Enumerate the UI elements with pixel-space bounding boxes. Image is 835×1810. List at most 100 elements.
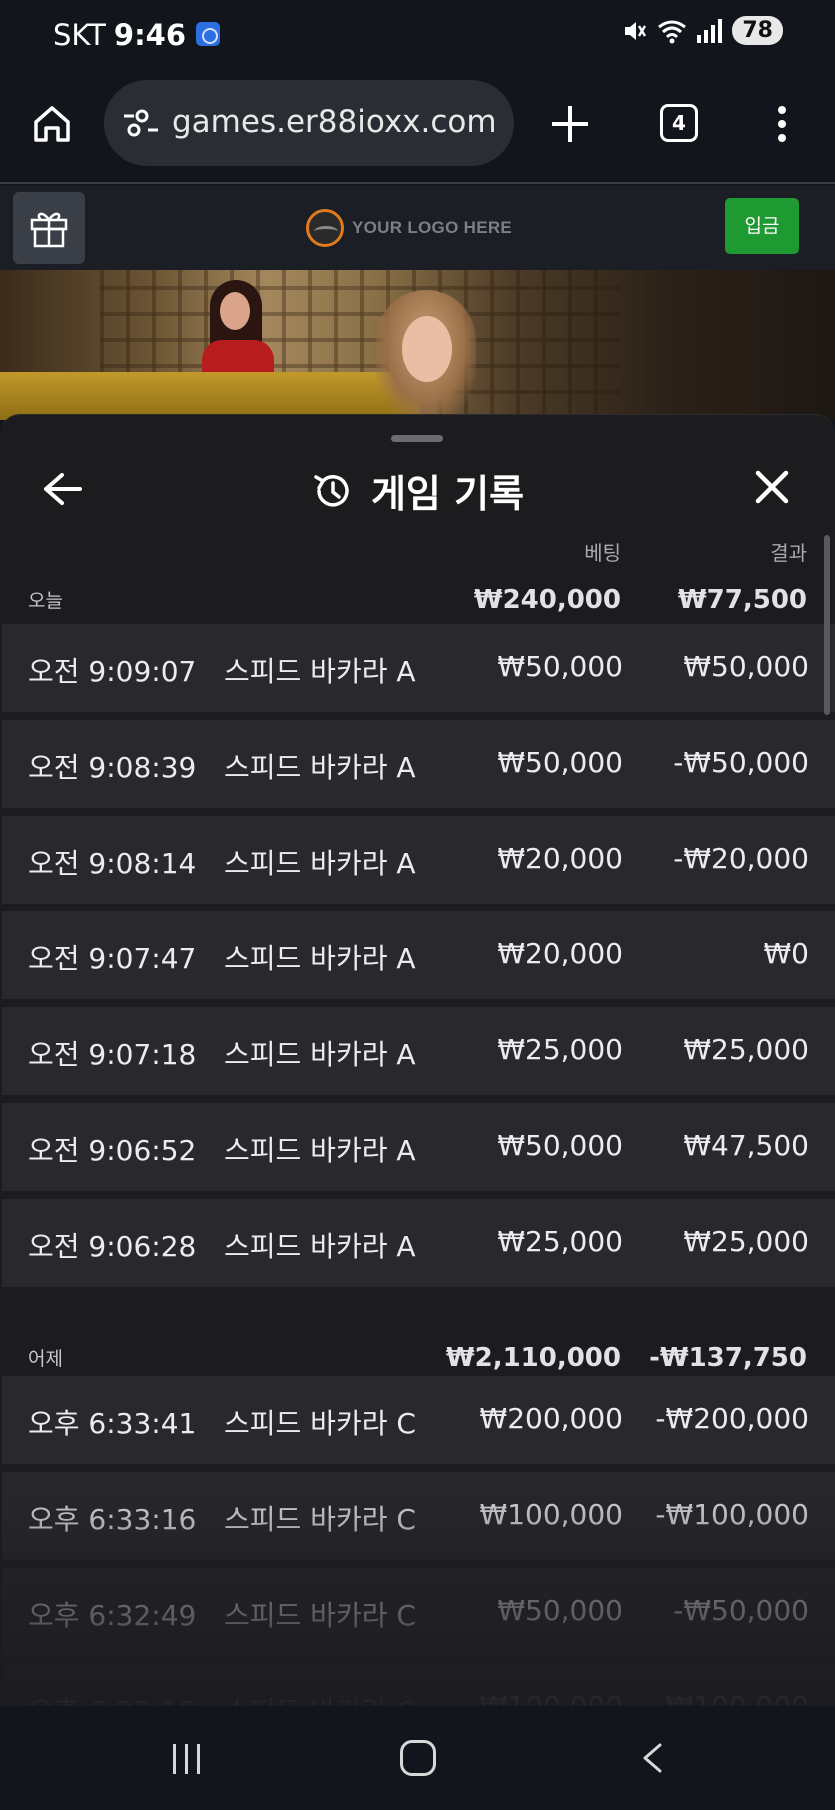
- group-total-result: ₩77,500: [677, 585, 807, 615]
- game-table: [0, 372, 420, 420]
- row-time: 오후 6:32:19: [28, 1690, 196, 1706]
- mute-icon: [625, 21, 647, 40]
- row-time: 오후 6:32:49: [28, 1599, 197, 1632]
- row-time: 오전 9:06:28: [28, 1230, 197, 1263]
- logo-text: YOUR LOGO HERE: [352, 218, 513, 237]
- row-bet: ₩20,000: [497, 842, 623, 875]
- signal-icon: [697, 18, 723, 43]
- row-bet: ₩20,000: [497, 937, 623, 970]
- row-bet: ₩100,000: [480, 1690, 623, 1706]
- row-bet: ₩100,000: [479, 1498, 623, 1531]
- row-bet: ₩200,000: [479, 1402, 623, 1435]
- row-time: 오후 6:33:41: [28, 1407, 197, 1440]
- history-row[interactable]: 오후 6:33:16 스피드 바카라 C ₩100,000 -₩100,000: [2, 1472, 835, 1560]
- history-row[interactable]: 오후 6:33:41 스피드 바카라 C ₩200,000 -₩200,000: [2, 1376, 835, 1464]
- column-headers: 베팅 결과: [0, 537, 835, 567]
- close-icon[interactable]: [752, 467, 792, 507]
- row-game: 스피드 바카라 A: [224, 1134, 416, 1167]
- wifi-icon: [658, 20, 687, 43]
- game-history-sheet: 게임 기록 베팅 결과 오늘 ₩240,000 ₩77,500 오전 9:09:…: [0, 414, 835, 1706]
- row-bet: ₩50,000: [497, 746, 623, 779]
- site-logo[interactable]: YOUR LOGO HERE: [306, 208, 512, 248]
- row-game: 스피드 바카라 A: [224, 1038, 416, 1071]
- row-time: 오전 9:07:47: [28, 942, 197, 975]
- history-row[interactable]: 오후 6:32:49 스피드 바카라 C ₩50,000 -₩50,000: [2, 1568, 835, 1656]
- row-result: -₩50,000: [673, 1594, 809, 1627]
- row-game: 스피드 바카라 A: [224, 1230, 416, 1263]
- column-header-bet: 베팅: [584, 541, 621, 565]
- row-time: 오전 9:06:52: [28, 1134, 197, 1167]
- history-row[interactable]: 오전 9:08:14 스피드 바카라 A ₩20,000 -₩20,000: [2, 816, 835, 904]
- row-result: ₩25,000: [683, 1225, 809, 1258]
- history-row[interactable]: 오전 9:06:52 스피드 바카라 A ₩50,000 ₩47,500: [2, 1103, 835, 1191]
- history-icon: [314, 474, 349, 507]
- row-game: 스피드 바카라 A: [224, 655, 416, 688]
- group-total-bet: ₩2,110,000: [445, 1343, 621, 1373]
- row-result: ₩0: [763, 937, 810, 970]
- nav-back-icon[interactable]: [640, 1742, 664, 1774]
- group-total-bet: ₩240,000: [473, 585, 621, 615]
- row-result: ₩47,500: [683, 1129, 809, 1162]
- system-nav-bar: [0, 1706, 835, 1810]
- row-result: ₩50,000: [683, 650, 809, 683]
- url-text[interactable]: games.er88ioxx.com: [172, 104, 497, 140]
- row-game: 스피드 바카라 C: [224, 1407, 416, 1440]
- recent-apps-icon[interactable]: [168, 1744, 204, 1774]
- row-game: 스피드 바카라 C: [224, 1503, 416, 1536]
- status-carrier: SKT 9:46: [53, 18, 186, 52]
- dealer-figure-front: [376, 290, 476, 420]
- address-bar[interactable]: games.er88ioxx.com: [104, 80, 514, 166]
- row-result: ₩25,000: [683, 1033, 809, 1066]
- drag-handle[interactable]: [391, 435, 443, 442]
- browser-toolbar: games.er88ioxx.com 4: [0, 72, 835, 184]
- sheet-header: 게임 기록: [0, 463, 835, 518]
- row-result: -₩200,000: [655, 1402, 809, 1435]
- deposit-button[interactable]: 입금: [725, 198, 799, 254]
- history-row[interactable]: 오전 9:07:18 스피드 바카라 A ₩25,000 ₩25,000: [2, 1007, 835, 1095]
- sheet-title: 게임 기록: [370, 472, 525, 516]
- scrollbar[interactable]: [824, 535, 830, 715]
- row-game: 스피드 바카라 A: [224, 942, 416, 975]
- carrier-label: SKT: [53, 18, 106, 52]
- app-notification-icon: [196, 22, 220, 46]
- history-row[interactable]: 오전 9:07:47 스피드 바카라 A ₩20,000 ₩0: [2, 911, 835, 999]
- row-game: 스피드 바카라 C: [224, 1690, 416, 1706]
- row-game: 스피드 바카라 A: [224, 751, 416, 784]
- row-bet: ₩25,000: [497, 1225, 623, 1258]
- row-result: -₩50,000: [673, 746, 809, 779]
- row-bet: ₩25,000: [497, 1033, 623, 1066]
- nav-home-icon[interactable]: [400, 1740, 436, 1776]
- gift-icon: [30, 212, 68, 248]
- gift-button[interactable]: [13, 192, 85, 264]
- status-icons: 78: [621, 16, 783, 45]
- group-label: 오늘: [28, 590, 63, 612]
- history-row[interactable]: 오전 9:06:28 스피드 바카라 A ₩25,000 ₩25,000: [2, 1199, 835, 1287]
- row-time: 오전 9:08:39: [28, 751, 197, 784]
- row-time: 오후 6:33:16: [28, 1503, 197, 1536]
- home-icon[interactable]: [30, 102, 74, 146]
- row-result: -₩100,000: [655, 1690, 809, 1706]
- history-row[interactable]: 오전 9:09:07 스피드 바카라 A ₩50,000 ₩50,000: [2, 624, 835, 712]
- group-label: 어제: [28, 1348, 63, 1370]
- row-bet: ₩50,000: [497, 1594, 623, 1627]
- column-header-result: 결과: [770, 541, 807, 565]
- site-settings-icon[interactable]: [122, 108, 160, 138]
- group-header-today: 오늘 ₩240,000 ₩77,500: [0, 569, 835, 619]
- history-row[interactable]: 오전 9:08:39 스피드 바카라 A ₩50,000 -₩50,000: [2, 720, 835, 808]
- group-total-result: -₩137,750: [649, 1343, 807, 1373]
- new-tab-icon[interactable]: [548, 102, 592, 146]
- status-bar: SKT 9:46 78: [0, 0, 835, 72]
- row-game: 스피드 바카라 C: [224, 1599, 416, 1632]
- site-header: YOUR LOGO HERE 입금: [0, 186, 835, 270]
- row-result: -₩100,000: [655, 1498, 809, 1531]
- row-bet: ₩50,000: [497, 1129, 623, 1162]
- history-row[interactable]: 오후 6:32:19 스피드 바카라 C ₩100,000 -₩100,000: [2, 1664, 835, 1706]
- row-result: -₩20,000: [673, 842, 809, 875]
- more-menu-icon[interactable]: [770, 102, 794, 146]
- group-header-yesterday: 어제 ₩2,110,000 -₩137,750: [0, 1327, 835, 1377]
- tab-switcher-button[interactable]: 4: [660, 104, 698, 142]
- row-bet: ₩50,000: [497, 650, 623, 683]
- row-time: 오전 9:07:18: [28, 1038, 197, 1071]
- live-video[interactable]: [0, 270, 835, 420]
- row-time: 오전 9:08:14: [28, 847, 197, 880]
